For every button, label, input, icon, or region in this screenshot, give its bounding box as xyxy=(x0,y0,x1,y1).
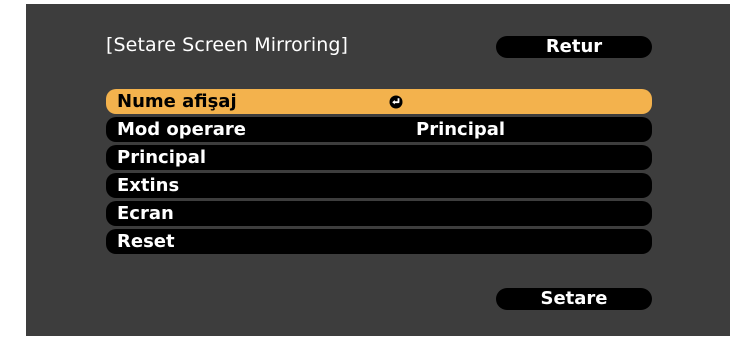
menu-item-extended[interactable]: Extins xyxy=(106,173,652,198)
enter-icon xyxy=(389,95,403,109)
settings-menu: Nume afişaj Mod operare Principal Princi… xyxy=(106,89,652,257)
set-button[interactable]: Setare xyxy=(496,288,652,310)
menu-item-display[interactable]: Ecran xyxy=(106,201,652,226)
menu-item-label: Reset xyxy=(117,231,175,252)
menu-item-label: Ecran xyxy=(117,203,174,224)
menu-item-operation-mode[interactable]: Mod operare Principal xyxy=(106,117,652,142)
settings-dialog: [Setare Screen Mirroring] Retur Nume afi… xyxy=(26,4,730,336)
menu-item-display-name[interactable]: Nume afişaj xyxy=(106,89,652,114)
menu-item-label: Principal xyxy=(117,147,207,168)
menu-item-reset[interactable]: Reset xyxy=(106,229,652,254)
menu-item-value: Principal xyxy=(416,119,506,140)
menu-item-label: Mod operare xyxy=(117,119,246,140)
menu-item-label: Nume afişaj xyxy=(117,91,237,112)
dialog-title: [Setare Screen Mirroring] xyxy=(106,34,349,56)
menu-item-label: Extins xyxy=(117,175,180,196)
menu-item-main[interactable]: Principal xyxy=(106,145,652,170)
back-button[interactable]: Retur xyxy=(496,36,652,58)
